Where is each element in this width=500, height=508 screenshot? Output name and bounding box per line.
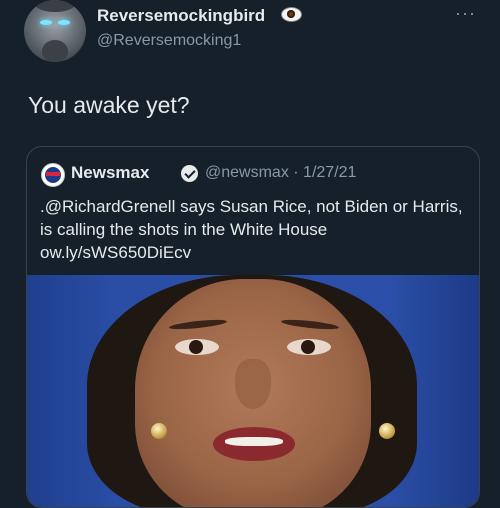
portrait-brow-right (280, 317, 340, 332)
portrait-earring-left (151, 423, 167, 439)
quoted-tweet-image[interactable] (27, 275, 479, 507)
avatar-beard (42, 40, 68, 62)
portrait-nose (235, 359, 271, 409)
quoted-tweet-card[interactable]: Newsmax @newsmax · 1/27/21 .@RichardGren… (26, 146, 480, 508)
portrait-brow-left (168, 317, 228, 332)
author-avatar[interactable] (24, 0, 86, 62)
portrait-face (135, 279, 371, 507)
more-options-icon[interactable]: ··· (455, 3, 476, 24)
eye-emoji-icon (281, 7, 302, 22)
verified-badge-icon (181, 165, 198, 182)
portrait-earring-right (379, 423, 395, 439)
author-display-name[interactable]: Reversemockingbird (97, 6, 265, 26)
quoted-tweet-meta[interactable]: @newsmax · 1/27/21 (205, 164, 356, 182)
newsmax-logo-icon[interactable] (41, 163, 65, 187)
portrait-eye-right (287, 339, 331, 355)
avatar-eye-right (58, 20, 70, 25)
quoted-tweet-text: .@RichardGrenell says Susan Rice, not Bi… (40, 197, 463, 262)
portrait-eye-left (175, 339, 219, 355)
portrait-mouth (213, 427, 295, 461)
author-handle[interactable]: @Reversemocking1 (97, 32, 241, 50)
quoted-account-name[interactable]: Newsmax (71, 163, 149, 183)
avatar-hair (34, 0, 76, 12)
tweet-text: You awake yet? (28, 92, 190, 118)
avatar-eye-left (40, 20, 52, 25)
